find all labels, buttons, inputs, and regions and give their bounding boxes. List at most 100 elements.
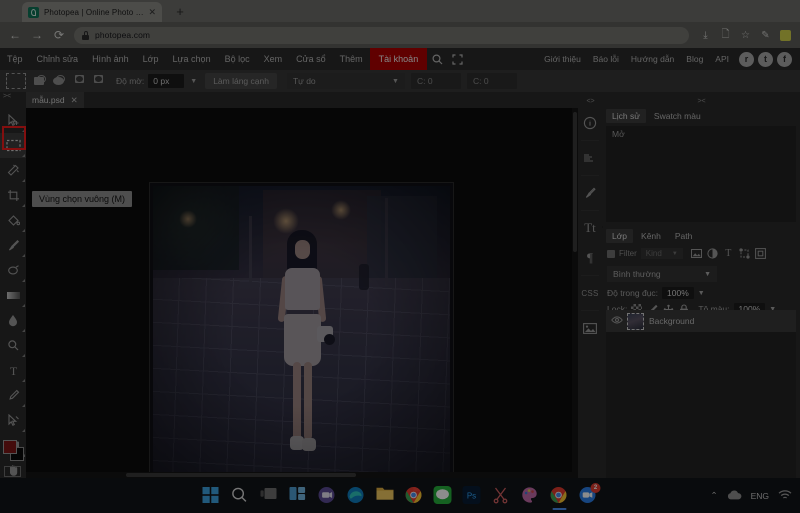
start-icon[interactable]: [202, 486, 222, 506]
link-tutorial[interactable]: Hướng dẫn: [625, 48, 680, 70]
widgets-icon[interactable]: [289, 486, 309, 506]
new-selection-icon[interactable]: [32, 73, 49, 89]
pen-tool[interactable]: [0, 383, 26, 408]
opacity-value[interactable]: 100%: [662, 287, 694, 299]
tab-layers[interactable]: Lớp: [606, 229, 634, 243]
tab-channels[interactable]: Kênh: [635, 229, 667, 243]
profile-icon[interactable]: [777, 27, 794, 44]
brush-tool[interactable]: [0, 233, 26, 258]
add-to-selection-icon[interactable]: [51, 73, 68, 89]
browser-tab[interactable]: Photopea | Online Photo Editor ✕: [22, 2, 162, 22]
link-api[interactable]: API: [709, 48, 735, 70]
color-swatches[interactable]: [3, 440, 25, 462]
menu-item-account[interactable]: Tài khoản: [369, 48, 428, 70]
filter-toggle[interactable]: [607, 249, 615, 258]
teams-icon[interactable]: [318, 486, 338, 506]
new-tab-button[interactable]: +: [172, 4, 188, 20]
reload-icon[interactable]: ⟳: [48, 24, 70, 46]
type-filter-icon[interactable]: T: [722, 247, 735, 260]
intersect-selection-icon[interactable]: [89, 73, 106, 89]
character-icon[interactable]: Tt: [578, 213, 602, 243]
height-input[interactable]: C: 0: [466, 73, 517, 89]
histogram-icon[interactable]: [578, 143, 602, 173]
edge-icon[interactable]: [347, 486, 367, 506]
menu-item-file[interactable]: Tệp: [0, 48, 30, 70]
wifi-icon[interactable]: [778, 489, 792, 502]
chevron-down-icon[interactable]: ▼: [190, 78, 197, 85]
menu-item-view[interactable]: Xem: [257, 48, 290, 70]
layer-name[interactable]: Background: [649, 316, 694, 326]
forward-icon[interactable]: →: [26, 24, 48, 46]
page-icon[interactable]: 🗋: [717, 27, 734, 44]
search-icon[interactable]: [427, 48, 447, 70]
crop-tool[interactable]: [0, 183, 26, 208]
link-report[interactable]: Báo lỗi: [587, 48, 625, 70]
zoom-app-icon[interactable]: 2: [579, 482, 601, 506]
close-icon[interactable]: ✕: [71, 95, 78, 106]
foreground-color-swatch[interactable]: [3, 440, 17, 454]
rectangular-marquee-tool[interactable]: [0, 133, 26, 158]
style-select[interactable]: Tự do ▼: [286, 73, 405, 89]
css-icon[interactable]: CSS: [578, 278, 602, 308]
dodge-tool[interactable]: [0, 333, 26, 358]
fullscreen-icon[interactable]: [447, 48, 467, 70]
download-icon[interactable]: ⤓: [697, 27, 714, 44]
menu-item-more[interactable]: Thêm: [333, 48, 370, 70]
menu-item-window[interactable]: Cửa sổ: [289, 48, 333, 70]
facebook-icon[interactable]: f: [777, 51, 792, 67]
history-list[interactable]: Mở: [606, 126, 796, 222]
subtract-from-selection-icon[interactable]: [70, 73, 87, 89]
path-select-tool[interactable]: [0, 408, 26, 433]
width-input[interactable]: C: 0: [410, 73, 461, 89]
antialias-button[interactable]: Làm láng cạnh: [205, 73, 277, 89]
link-blog[interactable]: Blog: [680, 48, 709, 70]
reddit-icon[interactable]: r: [739, 51, 754, 67]
artboard[interactable]: [150, 183, 453, 486]
search-icon[interactable]: [231, 486, 251, 506]
tab-swatches[interactable]: Swatch màu: [648, 109, 707, 123]
magic-wand-tool[interactable]: [0, 158, 26, 183]
blur-tool[interactable]: [0, 308, 26, 333]
paragraph-icon[interactable]: ¶: [578, 243, 602, 273]
rectangular-marquee-icon[interactable]: [6, 73, 26, 89]
table-row[interactable]: Background: [606, 310, 796, 332]
paint-icon[interactable]: [521, 486, 541, 506]
adjustment-filter-icon[interactable]: [706, 247, 719, 260]
chrome-icon[interactable]: [405, 486, 425, 506]
paint-bucket-tool[interactable]: [0, 208, 26, 233]
chevron-up-icon[interactable]: ⌃: [710, 490, 717, 501]
rail-collapse-icon[interactable]: < >: [578, 96, 602, 108]
link-about[interactable]: Giới thiệu: [538, 48, 587, 70]
filter-kind-select[interactable]: Kind ▼: [640, 248, 683, 259]
document-tab[interactable]: mẫu.psd ✕: [26, 92, 84, 108]
menu-item-layer[interactable]: Lớp: [136, 48, 166, 70]
gradient-tool[interactable]: [0, 283, 26, 308]
blend-mode-select[interactable]: Bình thường ▼: [607, 266, 717, 282]
snipping-tool-icon[interactable]: [492, 486, 512, 506]
cloud-icon[interactable]: [727, 489, 742, 502]
menu-item-filter[interactable]: Bộ lọc: [218, 48, 257, 70]
language-indicator[interactable]: ENG: [751, 491, 769, 501]
feather-input[interactable]: 0 px: [148, 74, 185, 88]
star-icon[interactable]: ☆: [737, 27, 754, 44]
tab-history[interactable]: Lịch sử: [606, 109, 646, 123]
twitter-icon[interactable]: t: [758, 51, 773, 67]
menu-item-image[interactable]: Hình ảnh: [85, 48, 136, 70]
history-item[interactable]: Mở: [606, 126, 796, 142]
layer-list[interactable]: Background: [606, 310, 796, 492]
move-tool[interactable]: [0, 108, 26, 133]
collapse-panel-icon[interactable]: > <: [3, 93, 11, 100]
task-view-icon[interactable]: [260, 486, 280, 506]
menu-item-edit[interactable]: Chỉnh sửa: [30, 48, 86, 70]
quick-mask-icon[interactable]: [4, 466, 21, 477]
image-filter-icon[interactable]: [690, 247, 703, 260]
canvas-area[interactable]: [26, 108, 578, 486]
image-icon[interactable]: [578, 313, 602, 343]
back-icon[interactable]: ←: [4, 24, 26, 46]
address-bar[interactable]: photopea.com: [74, 26, 689, 44]
eye-icon[interactable]: [611, 316, 623, 326]
tab-paths[interactable]: Path: [669, 229, 699, 243]
chevron-down-icon[interactable]: ▼: [698, 290, 705, 297]
info-icon[interactable]: [578, 108, 602, 138]
pen-icon[interactable]: ✎: [757, 27, 774, 44]
